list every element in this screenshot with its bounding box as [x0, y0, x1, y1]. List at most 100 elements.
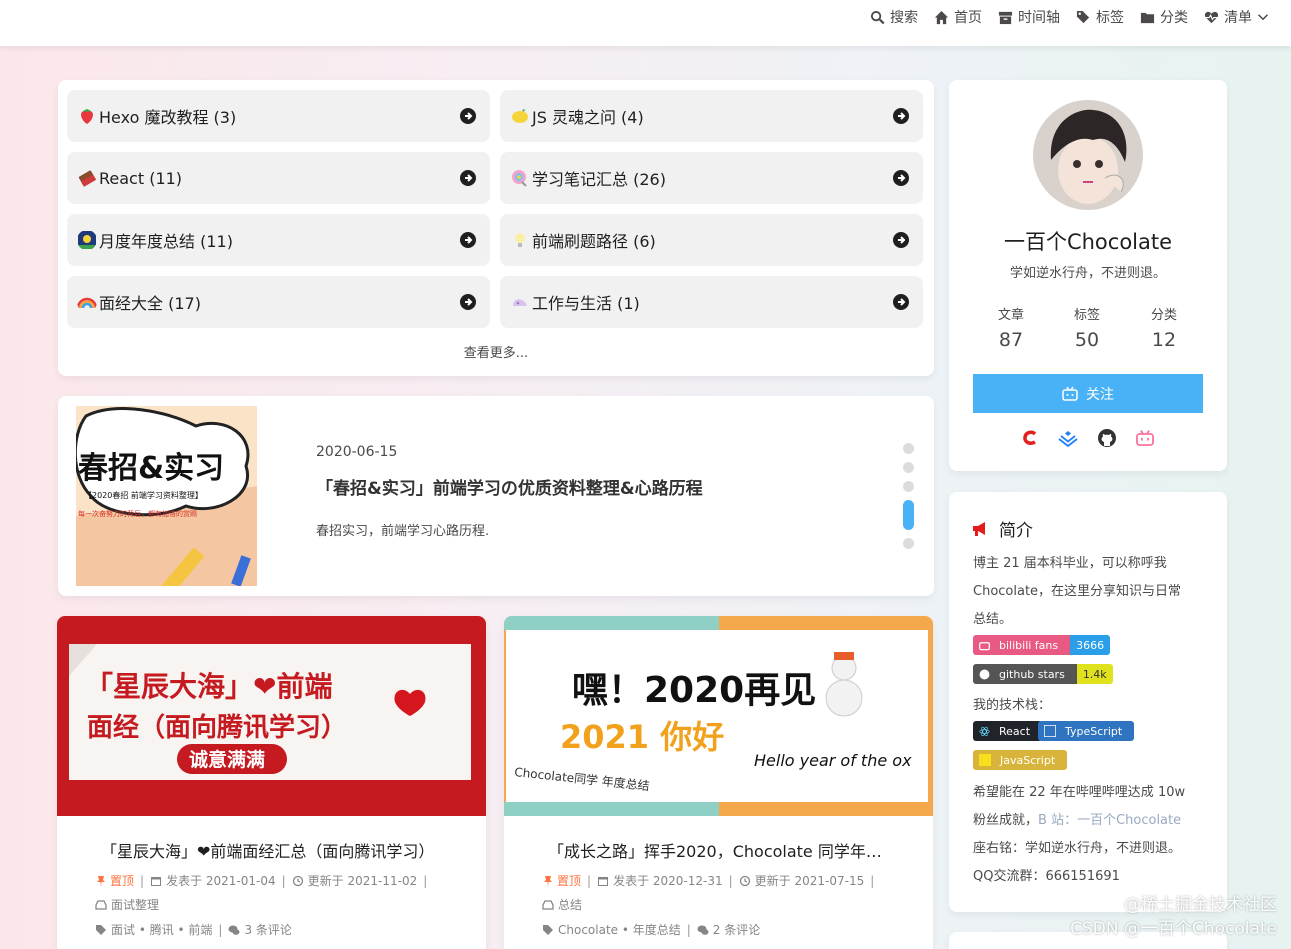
separator: | [423, 873, 428, 888]
intro-line: 博主 21 届本科毕业，可以称呼我 [973, 556, 1167, 571]
category-grid-card: Hexo 魔改教程 (3) JS 灵魂之问 (4) React (11) 学习笔… [58, 80, 934, 376]
slider-dot[interactable] [903, 481, 914, 492]
bilibili-tv-icon [1062, 386, 1078, 401]
github-icon [979, 669, 990, 679]
bilibili-link[interactable]: B 站：一百个Chocolate [1038, 813, 1181, 828]
stat-articles[interactable]: 文章 87 [973, 304, 1049, 351]
badge-label-text: TypeScript [1065, 724, 1123, 738]
arrow-right-icon [460, 294, 476, 310]
see-more-link[interactable]: 查看更多... [58, 342, 934, 361]
category-label: 学习笔记汇总 (26) [532, 170, 666, 189]
nav-search-label: 搜索 [890, 10, 918, 26]
stat-tags[interactable]: 标签 50 [1049, 304, 1125, 351]
slider-dot[interactable] [903, 462, 914, 473]
category-item[interactable]: 面经大全 (17) [67, 276, 490, 328]
bilibili-tv-icon [979, 641, 990, 650]
sticky-badge: 置顶 [95, 872, 134, 889]
nav-tags[interactable]: 标签 [1076, 7, 1124, 27]
github-stars-badge[interactable]: github stars 1.4k [973, 664, 1113, 684]
top-navbar: 搜索 首页 时间轴 标签 分类 清单 [0, 0, 1291, 46]
badge-label-text: React [999, 724, 1031, 738]
category-label: 工作与生活 (1) [532, 294, 640, 313]
badge-label-text: JavaScript [1000, 753, 1056, 767]
category-item[interactable]: 学习笔记汇总 (26) [500, 152, 923, 204]
home-icon [934, 10, 949, 24]
folder-icon [1140, 12, 1155, 23]
intro-text-fragment: 粉丝成就， [973, 813, 1039, 828]
nav-archive[interactable]: 时间轴 [998, 7, 1060, 27]
thumbtack-icon [544, 875, 552, 887]
search-icon [870, 10, 885, 24]
typescript-icon [1044, 725, 1056, 737]
intro-line: 粉丝成就，B 站：一百个Chocolate [973, 807, 1185, 835]
post-title[interactable]: 「星辰大海」❤前端面经汇总（面向腾讯学习） [101, 838, 441, 862]
stat-categories[interactable]: 分类 12 [1126, 304, 1202, 351]
post-comments[interactable]: 2 条评论 [713, 921, 760, 938]
nav-search[interactable]: 搜索 [870, 7, 918, 27]
bilibili-fans-badge[interactable]: bilibili fans 3666 [973, 635, 1111, 655]
intro-card: 简介 博主 21 届本科毕业，可以称呼我 Chocolate，在这里分享知识与日… [949, 492, 1227, 912]
nav-categories[interactable]: 分类 [1140, 7, 1188, 27]
post-cover-image[interactable]: 「星辰大海」❤前端 面经（面向腾讯学习） 诚意满满 [57, 616, 486, 816]
cover-line: 每一次奋努力的背后，都有加倍的赏赐 [78, 509, 197, 518]
category-item[interactable]: 前端刷题路径 (6) [500, 214, 923, 266]
post-category[interactable]: 面试整理 [111, 896, 159, 913]
thumbtack-icon [97, 875, 105, 887]
separator: | [728, 873, 733, 888]
bullhorn-icon [973, 521, 985, 536]
nav-categories-label: 分类 [1160, 10, 1188, 26]
category-item[interactable]: Hexo 魔改教程 (3) [67, 90, 490, 142]
category-label: React (11) [99, 168, 183, 188]
badge-label: React [973, 721, 1043, 741]
lemon-icon [512, 109, 528, 123]
post-published: 发表于 2021-01-04 [166, 874, 276, 888]
nav-home[interactable]: 首页 [934, 7, 982, 27]
nav-list[interactable]: 清单 [1204, 7, 1269, 27]
slider-dot-active[interactable] [903, 500, 914, 530]
separator: | [686, 922, 691, 937]
juejin-icon[interactable] [1058, 428, 1078, 448]
javascript-icon [979, 754, 991, 766]
slider-cover-image[interactable]: 春招&实习 【2020春招 前端学习资料整理】 每一次奋努力的背后，都有加倍的赏… [76, 406, 257, 586]
badge-label-text: bilibili fans [999, 638, 1059, 652]
post-meta-category: 面试整理 [95, 896, 159, 913]
avatar[interactable] [1033, 100, 1143, 210]
post-tags[interactable]: 面试 • 腾讯 • 前端 [111, 921, 212, 938]
intro-paragraph: 博主 21 届本科毕业，可以称呼我 Chocolate，在这里分享知识与日常 总… [973, 550, 1181, 634]
intro-line: QQ交流群：666151691 [973, 869, 1120, 884]
author-name: 一百个Chocolate [1003, 230, 1173, 254]
react-badge[interactable]: React [973, 721, 1043, 741]
separator: | [281, 873, 286, 888]
category-item[interactable]: React (11) [67, 152, 490, 204]
post-updated: 更新于 2021-07-15 [754, 874, 865, 888]
post-tags[interactable]: Chocolate • 年度总结 [558, 921, 681, 938]
slider-dot[interactable] [903, 443, 914, 454]
history-icon [292, 875, 303, 886]
post-category[interactable]: 总结 [558, 896, 582, 913]
post-cover-image[interactable]: 嘿！2020再见 2021 你好 Hello year of the ox Ch… [504, 616, 933, 816]
follow-button[interactable]: 关注 [973, 374, 1203, 413]
badge-label: bilibili fans [973, 635, 1071, 655]
post-title[interactable]: 「成长之路」挥手2020，Chocolate 同学年度总结 [548, 838, 888, 862]
category-label: 月度年度总结 (11) [99, 232, 233, 251]
slider-title[interactable]: 「春招&实习」前端学习の优质资料整理&心路历程 [316, 474, 703, 499]
arrow-right-icon [893, 232, 909, 248]
slider-dot[interactable] [903, 538, 914, 549]
badge-label: TypeScript [1038, 721, 1135, 741]
stat-label: 分类 [1150, 308, 1177, 323]
post-comments[interactable]: 3 条评论 [244, 921, 291, 938]
category-item[interactable]: 工作与生活 (1) [500, 276, 923, 328]
category-item[interactable]: 月度年度总结 (11) [67, 214, 490, 266]
javascript-badge[interactable]: JavaScript [973, 750, 1068, 770]
bilibili-icon[interactable] [1135, 428, 1155, 448]
post-meta-line1: 置顶 | 发表于 2021-01-04 | 更新于 2021-11-02 | [95, 872, 429, 889]
github-icon[interactable] [1097, 428, 1117, 448]
post-card: 「星辰大海」❤前端 面经（面向腾讯学习） 诚意满满 「星辰大海」❤前端面经汇总（… [57, 616, 486, 949]
arrow-right-icon [893, 108, 909, 124]
typescript-badge[interactable]: TypeScript [1038, 721, 1135, 741]
nav-list-label: 清单 [1224, 10, 1252, 26]
inbox-icon [542, 899, 554, 910]
category-item[interactable]: JS 灵魂之问 (4) [500, 90, 923, 142]
intro-line: 希望能在 22 年在哔哩哔哩达成 10w [973, 785, 1186, 800]
csdn-icon[interactable] [1020, 428, 1040, 448]
